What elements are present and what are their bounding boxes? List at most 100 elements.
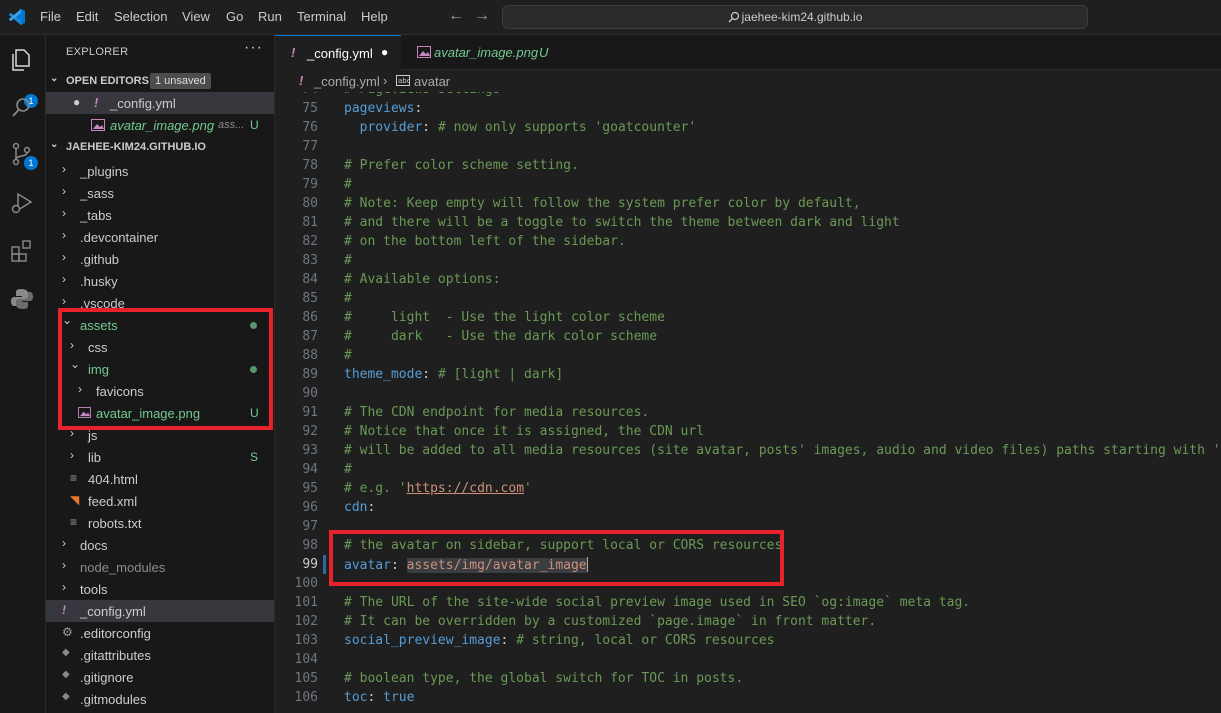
tree-item[interactable]: › _sass: [46, 182, 274, 204]
code-text: # Prefer color scheme setting.: [344, 158, 579, 173]
code-token: cdn: [344, 500, 368, 515]
code-text: # dark - Use the dark color scheme: [344, 329, 657, 344]
unsaved-dot-icon[interactable]: ●: [73, 95, 80, 109]
git-file-icon: ◆: [62, 691, 70, 702]
code-token: # will be added to all media resources (…: [344, 443, 1221, 458]
explorer-files-icon[interactable]: [9, 47, 35, 73]
tree-item[interactable]: › .github: [46, 248, 274, 270]
tree-item[interactable]: ◥ feed.xml: [46, 490, 274, 512]
open-editor-item[interactable]: ● ! _config.yml: [46, 92, 274, 114]
menu-run[interactable]: Run: [258, 9, 282, 24]
svg-text:abc: abc: [398, 77, 410, 85]
code-line: 103 social_preview_image: # string, local…: [275, 631, 1221, 650]
open-editor-item[interactable]: avatar_image.png ass... U: [46, 114, 274, 136]
menu-help[interactable]: Help: [361, 9, 388, 24]
forward-arrow-icon[interactable]: →: [474, 7, 490, 25]
git-status-badge: S: [250, 450, 259, 464]
search-activity-icon[interactable]: [9, 95, 35, 121]
tree-item[interactable]: › docs: [46, 534, 274, 556]
code-line: 93 # will be added to all media resources…: [275, 441, 1221, 460]
tree-item[interactable]: ≡ robots.txt: [46, 512, 274, 534]
code-text: # The CDN endpoint for media resources.: [344, 405, 649, 420]
line-number: 88: [302, 348, 318, 363]
tree-item-label: _tabs: [80, 208, 112, 223]
tree-item[interactable]: ⚙ .editorconfig: [46, 622, 274, 644]
line-number: 94: [302, 462, 318, 477]
code-token: #: [344, 253, 352, 268]
activity-bar: 1 1: [0, 35, 46, 713]
chevron-right-icon: ›: [62, 272, 66, 286]
unsaved-dot-icon[interactable]: ●: [381, 45, 388, 59]
tree-item-label: _config.yml: [80, 604, 146, 619]
tree-item-label: 404.html: [88, 472, 138, 487]
tree-item-label: node_modules: [80, 560, 166, 575]
code-line: 79 #: [275, 175, 1221, 194]
code-text: #: [344, 253, 352, 268]
image-file-icon: [91, 119, 105, 131]
workspace-header[interactable]: ⌄ JAEHEE-KIM24.GITHUB.IO: [46, 136, 274, 158]
tree-item[interactable]: ◆ .gitignore: [46, 666, 274, 688]
line-number: 104: [294, 652, 318, 667]
code-line: 83 #: [275, 251, 1221, 270]
chevron-down-icon: ⌄: [50, 73, 59, 84]
tree-item[interactable]: › node_modules: [46, 556, 274, 578]
tree-item-label: feed.xml: [88, 494, 138, 509]
open-editors-header[interactable]: ⌄ OPEN EDITORS 1 unsaved: [46, 70, 274, 92]
tab-avatar-image[interactable]: avatar_image.png U: [401, 35, 561, 70]
tree-item[interactable]: ! _config.yml: [46, 600, 274, 622]
extensions-icon[interactable]: [9, 238, 35, 264]
code-text: #: [344, 177, 352, 192]
code-token: :: [422, 120, 438, 135]
file-icon: ≡: [70, 515, 78, 529]
tree-item[interactable]: › _tabs: [46, 204, 274, 226]
chevron-right-icon: ›: [62, 206, 66, 220]
breadcrumb-file[interactable]: _config.yml: [314, 74, 380, 89]
menu-terminal[interactable]: Terminal: [297, 9, 346, 24]
tree-item[interactable]: › .husky: [46, 270, 274, 292]
code-line: 106 toc: true: [275, 688, 1221, 707]
run-debug-icon[interactable]: [9, 190, 35, 216]
tab-config-yml[interactable]: ! _config.yml ●: [275, 35, 401, 70]
code-line: 101 # The URL of the site-wide social pre…: [275, 593, 1221, 612]
tree-item[interactable]: › .devcontainer: [46, 226, 274, 248]
code-token: # The CDN endpoint for media resources.: [344, 405, 650, 420]
code-editor[interactable]: 74# Pageviews settings75pageviews:76 pro…: [275, 92, 1221, 713]
code-line: 88 #: [275, 346, 1221, 365]
line-number: 105: [294, 671, 318, 686]
yaml-file-icon: !: [94, 95, 99, 110]
code-token: provider: [359, 120, 423, 135]
code-token: # string, local or CORS resources: [516, 633, 775, 648]
tree-item[interactable]: › tools: [46, 578, 274, 600]
python-icon[interactable]: [9, 286, 35, 312]
code-text: provider: # now only supports 'goatcount…: [344, 120, 697, 135]
tab-label: avatar_image.png: [434, 45, 539, 60]
code-line: 80 # Note: Keep empty will follow the sys…: [275, 194, 1221, 213]
tree-item-label: lib: [88, 450, 102, 465]
tree-item-label: .gitattributes: [80, 648, 151, 663]
tree-item[interactable]: › lib S: [46, 446, 274, 468]
git-file-icon: ◆: [62, 669, 70, 680]
back-arrow-icon[interactable]: ←: [448, 7, 464, 25]
code-line: 87 # dark - Use the dark color scheme: [275, 327, 1221, 346]
tree-item-label: _plugins: [80, 164, 129, 179]
tree-item[interactable]: ◆ .gitattributes: [46, 644, 274, 666]
code-line: 104: [275, 650, 1221, 669]
menu-selection[interactable]: Selection: [114, 9, 167, 24]
highlight-box-assets: [58, 308, 273, 430]
tree-item[interactable]: ◆ .gitmodules: [46, 688, 274, 710]
tree-item-label: .husky: [80, 274, 118, 289]
menu-go[interactable]: Go: [226, 9, 243, 24]
code-token: # It can be overridden by a customized `…: [344, 614, 877, 629]
tree-item[interactable]: ≡ 404.html: [46, 468, 274, 490]
line-number: 89: [302, 367, 318, 382]
menu-file[interactable]: File: [40, 9, 61, 24]
more-actions-icon[interactable]: ···: [244, 39, 263, 57]
command-center-search[interactable]: jaehee-kim24.github.io: [502, 5, 1088, 29]
code-line: 82 # on the bottom left of the sidebar.: [275, 232, 1221, 251]
menu-view[interactable]: View: [182, 9, 210, 24]
tree-item[interactable]: › _plugins: [46, 160, 274, 182]
menu-edit[interactable]: Edit: [76, 9, 98, 24]
code-line: 89 theme_mode: # [light | dark]: [275, 365, 1221, 384]
breadcrumb-symbol[interactable]: avatar: [414, 74, 450, 89]
line-number: 81: [302, 215, 318, 230]
